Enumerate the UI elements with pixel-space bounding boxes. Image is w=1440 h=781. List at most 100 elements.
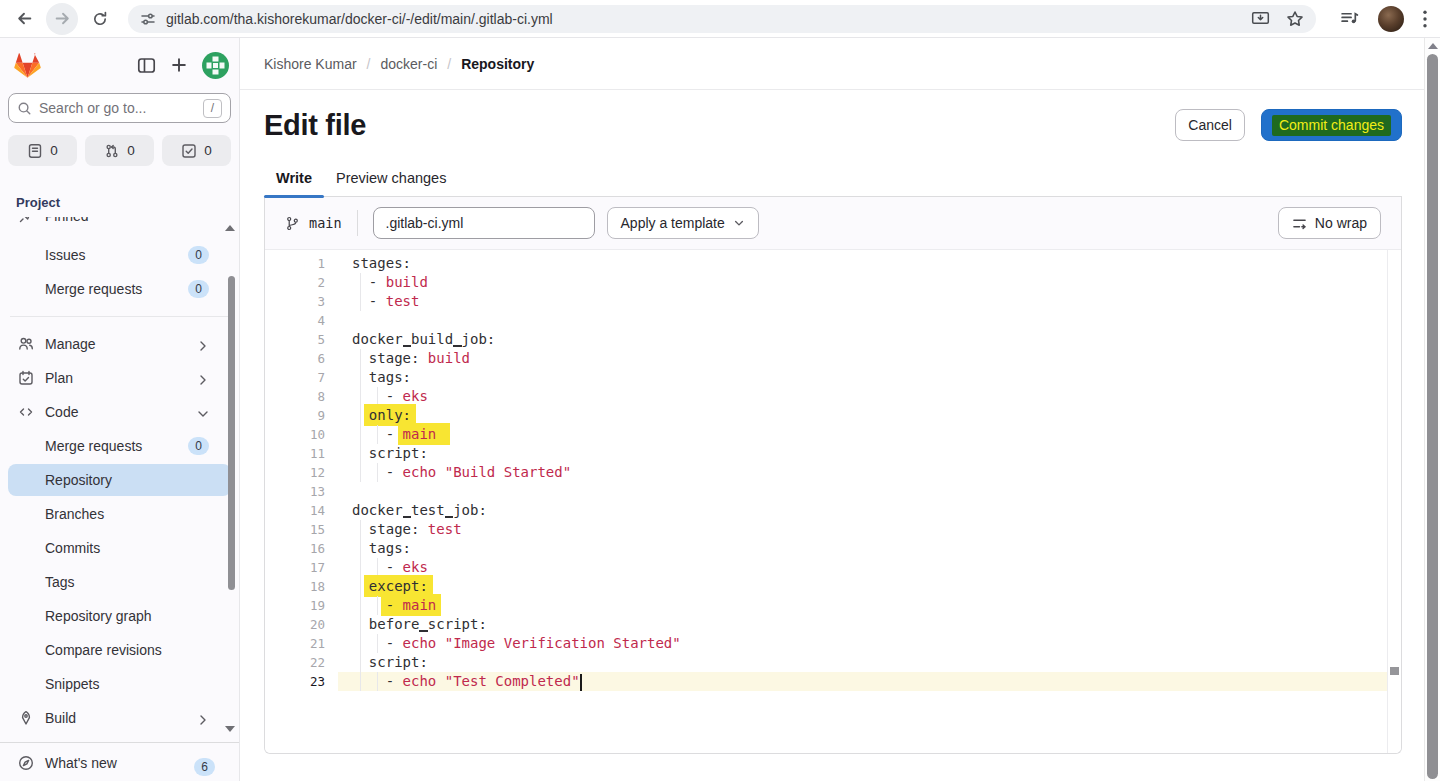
code-text: - main (338, 596, 1387, 615)
breadcrumb-group[interactable]: Kishore Kumar (264, 56, 357, 72)
sidebar-nav: PinnedIssues0Merge requests0ManagePlanCo… (0, 217, 239, 742)
code-line[interactable]: 11 script: (265, 444, 1387, 463)
sidebar-item-label: Issues (45, 247, 85, 263)
url-bar[interactable]: gitlab.com/tha.kishorekumar/docker-ci/-/… (128, 5, 1316, 33)
line-number: 16 (265, 539, 338, 558)
install-app-icon[interactable] (1251, 10, 1270, 27)
sidebar-item-compare-revisions[interactable]: Compare revisions (8, 634, 231, 666)
code-line[interactable]: 6 stage: build (265, 349, 1387, 368)
issues-counter[interactable]: 0 (8, 135, 77, 166)
cancel-button[interactable]: Cancel (1175, 109, 1245, 141)
sidebar-item-manage[interactable]: Manage (8, 328, 231, 360)
sidebar-scroll-down-arrow[interactable] (225, 726, 235, 732)
code-line[interactable]: 15 stage: test (265, 520, 1387, 539)
sidebar-item-repository-graph[interactable]: Repository graph (8, 600, 231, 632)
code-line[interactable]: 14dockertestjob: (265, 501, 1387, 520)
page-scrollbar[interactable] (1424, 38, 1440, 781)
sidebar-item-tags[interactable]: Tags (8, 566, 231, 598)
code-line[interactable]: 5dockerbuildjob: (265, 330, 1387, 349)
sidebar-item-repository[interactable]: Repository (8, 464, 231, 496)
sidebar-item-snippets[interactable]: Snippets (8, 668, 231, 700)
search-input[interactable]: Search or go to... / (8, 93, 231, 123)
editor-scrollbar-thumb[interactable] (1390, 667, 1399, 675)
sidebar-toggle-icon[interactable] (137, 56, 156, 75)
tab-preview-changes[interactable]: Preview changes (324, 159, 458, 196)
sidebar-item-merge-requests[interactable]: Merge requests0 (8, 430, 231, 462)
code-line[interactable]: 20 beforescript: (265, 615, 1387, 634)
code-line[interactable]: 13 (265, 482, 1387, 501)
code-line[interactable]: 12 - echo "Build Started" (265, 463, 1387, 482)
code-line[interactable]: 2 - build (265, 273, 1387, 292)
sidebar-item-what-s-new[interactable]: What's new6 (8, 747, 231, 779)
sidebar-item-commits[interactable]: Commits (8, 532, 231, 564)
page-scrollbar-thumb[interactable] (1427, 54, 1438, 779)
code-line[interactable]: 19 - main (265, 596, 1387, 615)
sidebar-item-label: Compare revisions (45, 642, 162, 658)
code-line[interactable]: 17 - eks (265, 558, 1387, 577)
editor-scrollbar-track[interactable] (1387, 250, 1401, 753)
site-info-icon[interactable] (140, 11, 156, 27)
rocket-icon (18, 710, 34, 726)
code-text: - echo "Image Verification Started" (338, 634, 1387, 653)
code-line[interactable]: 8 - eks (265, 387, 1387, 406)
code-line[interactable]: 22 script: (265, 653, 1387, 672)
code-line[interactable]: 23 - echo "Test Completed" (265, 672, 1387, 691)
browser-menu-icon[interactable] (1423, 10, 1427, 28)
tab-write[interactable]: Write (264, 159, 324, 196)
sidebar-scrollbar[interactable] (228, 276, 235, 590)
project-avatar[interactable] (202, 52, 229, 79)
line-number: 1 (265, 254, 338, 273)
filename-input[interactable] (373, 207, 595, 239)
sidebar-item-code[interactable]: Code (8, 396, 231, 428)
url-text: gitlab.com/tha.kishorekumar/docker-ci/-/… (166, 11, 553, 27)
code-text: - echo "Test Completed" (338, 672, 1387, 691)
calendar-icon (18, 370, 34, 386)
code-line[interactable]: 16 tags: (265, 539, 1387, 558)
breadcrumb: Kishore Kumar / docker-ci / Repository (264, 56, 534, 72)
no-wrap-button[interactable]: No wrap (1278, 207, 1381, 239)
line-number: 7 (265, 368, 338, 387)
bookmark-star-icon[interactable] (1286, 10, 1304, 28)
gitlab-logo[interactable] (14, 52, 41, 79)
sidebar-item-plan[interactable]: Plan (8, 362, 231, 394)
todos-counter[interactable]: 0 (162, 135, 231, 166)
merge-request-icon (104, 143, 120, 159)
line-number: 11 (265, 444, 338, 463)
sidebar-item-build[interactable]: Build (8, 702, 231, 734)
issues-icon (27, 143, 43, 159)
browser-back-button[interactable] (8, 3, 40, 35)
browser-profile-avatar[interactable] (1378, 6, 1404, 32)
code-line[interactable]: 3 - test (265, 292, 1387, 311)
browser-chrome: gitlab.com/tha.kishorekumar/docker-ci/-/… (0, 0, 1440, 38)
code-line[interactable]: 7 tags: (265, 368, 1387, 387)
sidebar-scroll-up-arrow[interactable] (225, 225, 235, 231)
browser-reload-button[interactable] (84, 3, 116, 35)
code-text: tags: (338, 539, 1387, 558)
code-line[interactable]: 1stages: (265, 254, 1387, 273)
create-new-icon[interactable] (170, 56, 188, 74)
code-line[interactable]: 4 (265, 311, 1387, 330)
commit-changes-button[interactable]: Commit changes (1261, 109, 1402, 141)
sidebar-section-label: Project (16, 195, 60, 210)
sidebar-item-pinned[interactable]: Pinned (8, 217, 231, 232)
code-text: stages: (338, 254, 1387, 273)
code-text: - echo "Build Started" (338, 463, 1387, 482)
count-badge: 0 (188, 280, 209, 298)
sidebar-item-issues[interactable]: Issues0 (8, 239, 231, 271)
code-editor[interactable]: 1stages:2 - build3 - test45dockerbuildjo… (265, 250, 1401, 753)
counter-value: 0 (50, 143, 58, 158)
breadcrumb-project[interactable]: docker-ci (380, 56, 437, 72)
breadcrumb-separator: / (447, 56, 451, 72)
media-controls-icon[interactable] (1340, 10, 1359, 27)
code-line[interactable]: 21 - echo "Image Verification Started" (265, 634, 1387, 653)
line-number: 3 (265, 292, 338, 311)
browser-forward-button[interactable] (46, 3, 78, 35)
code-line[interactable]: 10 - main (265, 425, 1387, 444)
sidebar-item-merge-requests[interactable]: Merge requests0 (8, 273, 231, 305)
sidebar-item-branches[interactable]: Branches (8, 498, 231, 530)
search-icon (17, 101, 32, 116)
apply-template-dropdown[interactable]: Apply a template (607, 207, 759, 239)
merge-requests-counter[interactable]: 0 (85, 135, 154, 166)
branch-name: main (309, 215, 342, 231)
page-scroll-up-arrow[interactable] (1428, 43, 1438, 49)
